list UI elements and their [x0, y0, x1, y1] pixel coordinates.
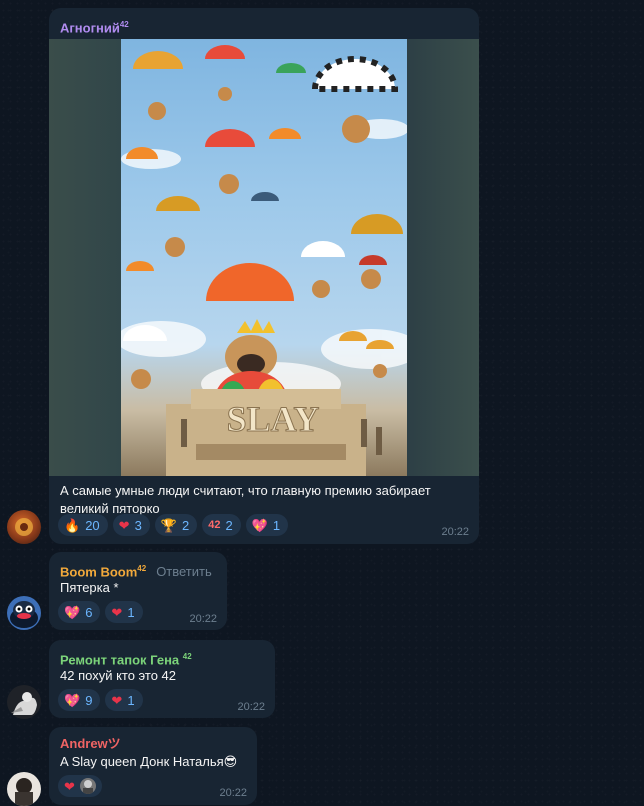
sparkling-heart-icon: 💖	[64, 692, 81, 708]
avatar[interactable]	[7, 596, 41, 630]
heart-icon: ❤	[64, 778, 75, 794]
message-bubble[interactable]: Andrewツ A Slay queen Донк Наталья😎 ❤ 20:…	[49, 727, 257, 805]
sparkling-heart-icon: 💖	[64, 604, 81, 620]
sparkling-heart-icon: 💖	[251, 517, 268, 533]
trophy-icon: 🏆	[160, 517, 177, 533]
reaction-count: 20	[85, 517, 100, 533]
avatar[interactable]	[7, 685, 41, 719]
heart-icon: ❤	[118, 517, 130, 533]
reactions-bar: 💖 6 ❤ 1	[58, 601, 143, 623]
badge: 42	[119, 20, 129, 29]
attached-photo[interactable]: SLAY	[49, 39, 479, 476]
reaction-count: 3	[134, 517, 142, 533]
reaction-count: 1	[272, 517, 281, 533]
reaction-sparkling-heart[interactable]: 💖 6	[58, 601, 101, 623]
heart-icon: ❤	[111, 604, 123, 620]
reactions-bar: ❤	[58, 775, 102, 797]
message-text: Пятерка *	[60, 580, 119, 595]
heart-icon: ❤	[111, 692, 123, 708]
avatar-image	[10, 601, 38, 628]
message-text: А самые умные люди считают, что главную …	[60, 483, 431, 516]
reaction-count: 2	[225, 517, 233, 533]
badge: 42	[137, 564, 147, 573]
message-bubble[interactable]: Агногний42 SLAY А самые умные люди счита…	[49, 8, 479, 544]
reaction-heart[interactable]: ❤ 1	[105, 689, 143, 711]
reply-button[interactable]: Ответить	[156, 564, 212, 579]
author-label[interactable]: Агногний	[60, 20, 120, 35]
message-bubble[interactable]: Ремонт тапок Гена 42 42 похуй кто это 42…	[49, 640, 275, 718]
reaction-heart[interactable]: ❤ 3	[112, 514, 150, 536]
banner-text: SLAY	[227, 399, 320, 439]
author-label[interactable]: Boom Boom	[60, 564, 137, 579]
reaction-sparkling-heart[interactable]: 💖 9	[58, 689, 101, 711]
reaction-count: 6	[85, 604, 93, 620]
message-text: 42 похуй кто это 42	[60, 668, 177, 683]
timestamp: 20:22	[219, 787, 247, 799]
pug-parachutes-illustration: SLAY	[121, 45, 407, 476]
author-name[interactable]: Агногний42	[60, 17, 129, 36]
avatar-image	[11, 692, 37, 715]
avatar-image	[15, 518, 33, 536]
timestamp: 20:22	[237, 701, 265, 713]
reactor-avatar-image	[82, 780, 93, 794]
message-text: A Slay queen Донк Наталья😎	[60, 754, 238, 769]
fire-icon: 🔥	[64, 517, 81, 533]
reactor-avatar	[79, 778, 96, 794]
reaction-42[interactable]: 42 2	[202, 514, 241, 536]
reaction-sparkling-heart[interactable]: 💖 1	[245, 514, 289, 536]
reaction-heart[interactable]: ❤ 1	[105, 601, 143, 623]
author-name[interactable]: Boom Boom42 Ответить	[60, 561, 212, 580]
reaction-count: 9	[85, 692, 93, 708]
avatar[interactable]	[7, 510, 41, 544]
number-42-icon: 42	[208, 518, 221, 531]
reaction-trophy[interactable]: 🏆 2	[154, 514, 198, 536]
reaction-count: 1	[127, 604, 135, 620]
avatar[interactable]	[7, 772, 41, 806]
reactions-bar: 🔥 20 ❤ 3 🏆 2 42 2 💖 1	[58, 514, 289, 536]
timestamp: 20:22	[189, 613, 217, 625]
avatar-image	[15, 778, 33, 806]
reaction-heart[interactable]: ❤	[58, 775, 102, 797]
reaction-count: 1	[127, 692, 135, 708]
author-label[interactable]: Andrewツ	[60, 736, 121, 751]
photo-content: SLAY	[121, 39, 407, 476]
author-label[interactable]: Ремонт тапок Гена	[60, 652, 179, 667]
timestamp: 20:22	[441, 526, 469, 538]
reactions-bar: 💖 9 ❤ 1	[58, 689, 143, 711]
author-name[interactable]: Andrewツ	[60, 736, 121, 752]
reaction-fire[interactable]: 🔥 20	[58, 514, 108, 536]
message-bubble[interactable]: Boom Boom42 Ответить Пятерка * 💖 6 ❤ 1 20:2…	[49, 552, 227, 630]
reaction-count: 2	[181, 517, 190, 533]
badge: 42	[182, 652, 192, 661]
author-name[interactable]: Ремонт тапок Гена 42	[60, 649, 192, 668]
